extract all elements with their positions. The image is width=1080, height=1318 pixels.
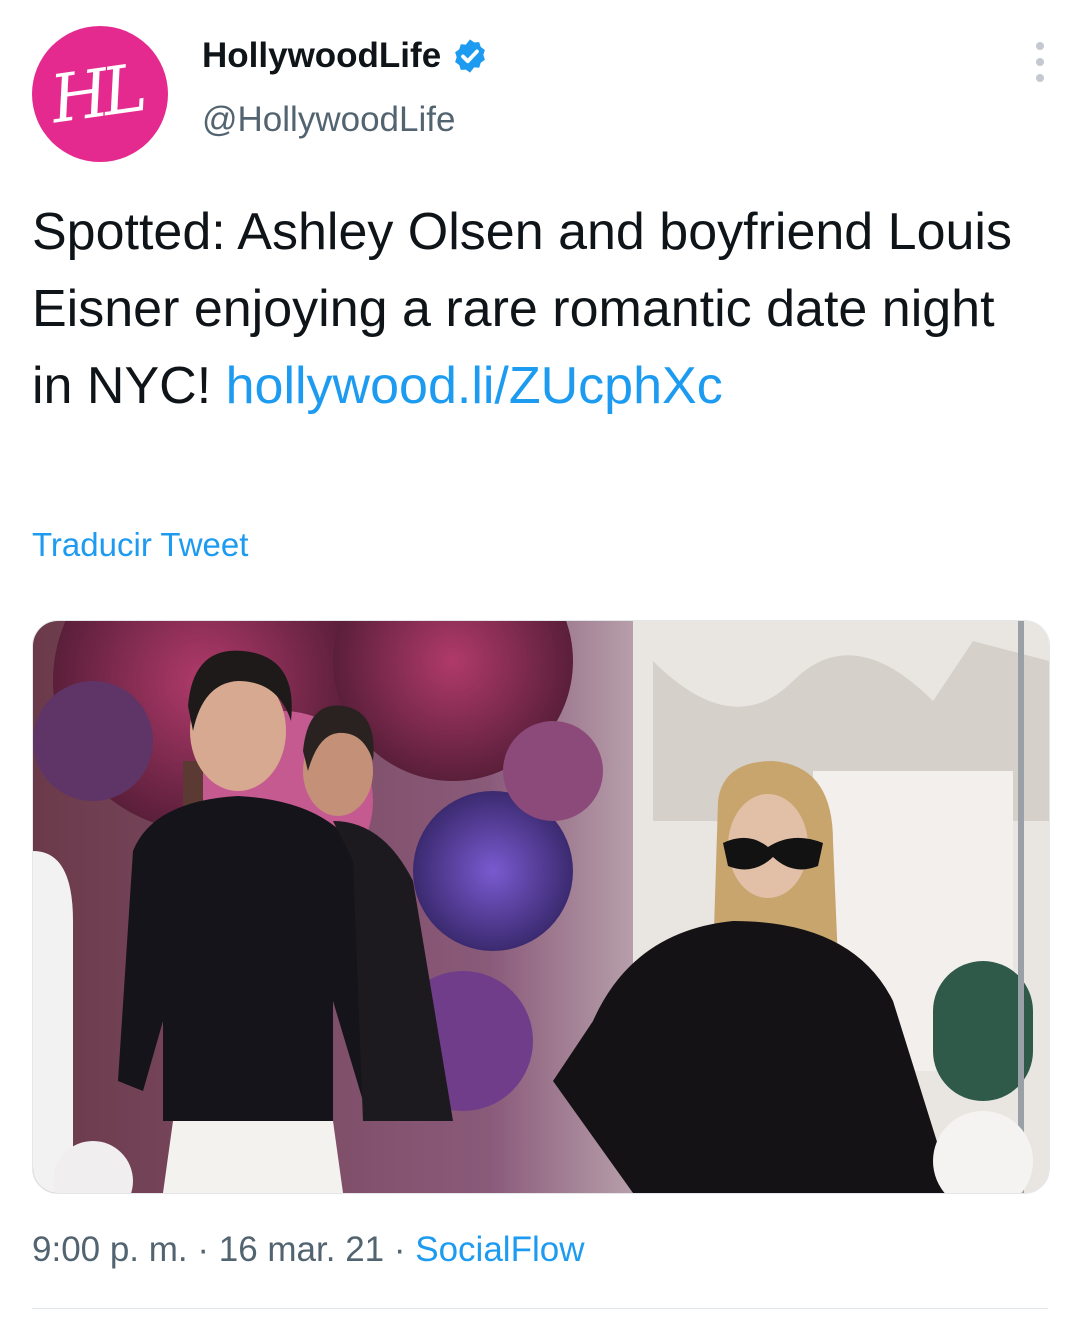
translate-tweet-button[interactable]: Traducir Tweet [32,526,248,564]
more-dot [1036,58,1044,66]
tweet-date[interactable]: 16 mar. 21 [219,1230,384,1269]
meta-separator: · [384,1230,416,1269]
tweet-meta: 9:00 p. m. · 16 mar. 21 · SocialFlow [32,1230,584,1270]
tweet-link[interactable]: hollywood.li/ZUcphXc [226,357,723,415]
tweet-text: Spotted: Ashley Olsen and boyfriend Loui… [32,194,1032,425]
avatar[interactable]: HL [32,26,168,162]
avatar-logo-text: HL [46,49,146,139]
display-name[interactable]: HollywoodLife [202,36,441,76]
name-row: HollywoodLife [202,36,489,76]
more-vertical-icon[interactable] [1030,42,1050,82]
tweet-media-photo[interactable] [32,620,1050,1194]
tweet-time[interactable]: 9:00 p. m. [32,1230,188,1269]
divider [32,1308,1048,1309]
more-dot [1036,42,1044,50]
tweet-source[interactable]: SocialFlow [415,1230,584,1269]
meta-separator: · [187,1230,219,1269]
more-dot [1036,74,1044,82]
verified-badge-icon [455,39,486,73]
photo-illustration [33,621,1049,1193]
handle[interactable]: @HollywoodLife [202,100,455,140]
